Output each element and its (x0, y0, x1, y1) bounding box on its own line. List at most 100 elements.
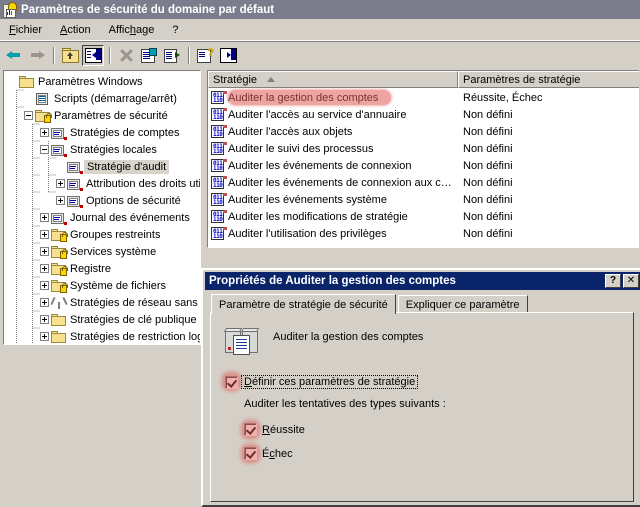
menu-item-affichage[interactable]: Affichage (100, 22, 164, 38)
audit-policy-icon: 011 110 (211, 90, 227, 105)
tree-item-15[interactable]: Stratégies de restriction log (4, 328, 201, 344)
tree-item-5[interactable]: Stratégie d'audit (4, 158, 200, 175)
tree-item-2[interactable]: Paramètres de sécurité (4, 107, 200, 124)
tree-item-0[interactable]: Paramètres Windows (4, 73, 200, 90)
tab-security-policy-setting[interactable]: Paramètre de stratégie de sécurité (211, 294, 396, 314)
policy-row[interactable]: 011 110 Auditer l'accès au service d'annua… (208, 106, 639, 123)
folder-lock-icon (51, 228, 68, 242)
define-policy-checkbox[interactable] (225, 375, 238, 389)
console-tree-pane[interactable]: Paramètres Windows Scripts (démarrage/arr… (3, 70, 201, 345)
tree-item-label: Options de sécurité (86, 194, 181, 207)
properties-dialog: Propriétés de Auditer la gestion des com… (201, 268, 640, 507)
export-list-button[interactable] (161, 45, 183, 66)
policy-row[interactable]: 011 110 Auditer l'accès aux objets Non défi… (208, 123, 639, 140)
delete-button[interactable] (115, 45, 137, 66)
back-button[interactable] (3, 45, 25, 66)
expand-icon[interactable] (40, 332, 49, 341)
policy-list-pane[interactable]: Stratégie Paramètres de stratégie 011 110… (207, 70, 639, 248)
folder-lock-icon (35, 109, 52, 123)
expand-icon[interactable] (40, 315, 49, 324)
expand-icon[interactable] (40, 298, 49, 307)
policy-setting-cell: Réussite, Échec (463, 91, 543, 104)
policy-row[interactable]: 011 110 Auditer les modifications de strat… (208, 208, 639, 225)
policy-row[interactable]: 011 110 Auditer la gestion des comptes Réus… (208, 89, 639, 106)
tree-item-label: Stratégies de clé publique (70, 313, 197, 326)
tree-item-11[interactable]: Registre (4, 260, 200, 277)
policy-name-label: Auditer l'accès aux objets (228, 125, 353, 138)
tree-item-13[interactable]: Stratégies de réseau sans f (4, 294, 200, 311)
attempts-label: Auditer les tentatives des types suivant… (244, 398, 446, 410)
tree-items: Paramètres Windows Scripts (démarrage/arr… (4, 71, 201, 344)
column-header-setting[interactable]: Paramètres de stratégie (458, 71, 639, 88)
show-hide-tree-button[interactable] (82, 44, 104, 66)
audit-policy-icon: 011 110 (211, 158, 227, 173)
expand-icon[interactable] (40, 247, 49, 256)
tree-item-label: Services système (70, 245, 157, 258)
show-pane-button[interactable] (217, 45, 239, 66)
policy-row[interactable]: 011 110 Auditer les événements de connexio… (208, 157, 639, 174)
dialog-close-button[interactable]: ✕ (623, 274, 639, 288)
menu-item-action[interactable]: Action (51, 22, 100, 38)
expand-icon[interactable] (40, 213, 49, 222)
policy-row[interactable]: 011 110 Auditer l'utilisation des privilèg… (208, 225, 639, 242)
column-header-setting-label: Paramètres de stratégie (463, 73, 581, 86)
audit-policy-icon (223, 325, 261, 357)
expand-icon[interactable] (40, 230, 49, 239)
dialog-help-button[interactable]: ? (605, 274, 621, 288)
policy-icon (51, 126, 67, 140)
properties-icon (141, 48, 157, 63)
toolbar-separator (53, 46, 55, 64)
tree-item-9[interactable]: Groupes restreints (4, 226, 200, 243)
menu-item-fichier[interactable]: Fichier (0, 22, 51, 38)
expand-icon[interactable] (40, 281, 49, 290)
policy-setting-cell: Non défini (463, 125, 513, 138)
expand-icon[interactable] (40, 128, 49, 137)
tree-item-1[interactable]: Scripts (démarrage/arrêt) (4, 90, 200, 107)
tree-item-label: Journal des événements (70, 211, 190, 224)
expand-icon[interactable] (40, 264, 49, 273)
tab-explain-this-setting[interactable]: Expliquer ce paramètre (397, 295, 528, 313)
tree-item-14[interactable]: Stratégies de clé publique (4, 311, 200, 328)
success-checkbox-row[interactable]: Réussite (244, 423, 305, 436)
audit-policy-icon: 011 110 (211, 175, 227, 190)
tree-item-3[interactable]: Stratégies de comptes (4, 124, 200, 141)
tree-item-8[interactable]: Journal des événements (4, 209, 200, 226)
tree-item-6[interactable]: Attribution des droits utili (4, 175, 200, 192)
policy-setting-cell: Non défini (463, 176, 513, 189)
expand-icon[interactable] (56, 179, 65, 188)
policy-name-cell: 011 110 Auditer l'accès aux objets (208, 124, 459, 139)
toolbar-separator (188, 46, 190, 64)
up-one-level-button[interactable] (59, 45, 81, 66)
menu-item-help[interactable]: ? (163, 22, 187, 38)
tree-item-label: Stratégies de restriction log (70, 330, 201, 343)
failure-checkbox-row[interactable]: Échec (244, 447, 293, 460)
policy-name-label: Auditer les événements de connexion (228, 159, 412, 172)
arrow-left-icon (6, 49, 22, 61)
expand-icon[interactable] (56, 196, 65, 205)
policy-row[interactable]: 011 110 Auditer les événements de connexio… (208, 174, 639, 191)
tree-item-label: Stratégie d'audit (84, 159, 170, 174)
tree-item-4[interactable]: Stratégies locales (4, 141, 200, 158)
policy-name-label: Auditer la gestion des comptes (228, 91, 379, 104)
define-policy-checkbox-row[interactable]: Définir ces paramètres de stratégie (225, 375, 419, 389)
tree-item-10[interactable]: Services système (4, 243, 200, 260)
forward-button[interactable] (26, 45, 48, 66)
folder-lock-icon (51, 245, 68, 259)
tree-item-7[interactable]: Options de sécurité (4, 192, 200, 209)
policy-row[interactable]: 011 110 Auditer les événements système Non … (208, 191, 639, 208)
collapse-icon[interactable] (40, 145, 49, 154)
policy-row[interactable]: 011 110 Auditer le suivi des processus Non … (208, 140, 639, 157)
tree-item-12[interactable]: Système de fichiers (4, 277, 200, 294)
properties-button[interactable] (138, 45, 160, 66)
tree-item-label: Stratégies locales (70, 143, 157, 156)
export-list-icon (164, 48, 180, 63)
help-button[interactable]: ? (194, 45, 216, 66)
delete-x-icon (119, 48, 133, 62)
success-checkbox[interactable] (244, 423, 257, 436)
scripts-icon (35, 92, 51, 106)
folder-icon (19, 75, 35, 89)
failure-checkbox[interactable] (244, 447, 257, 460)
mmc-console-icon (2, 1, 18, 18)
collapse-icon[interactable] (24, 111, 33, 120)
column-header-policy[interactable]: Stratégie (208, 71, 458, 88)
